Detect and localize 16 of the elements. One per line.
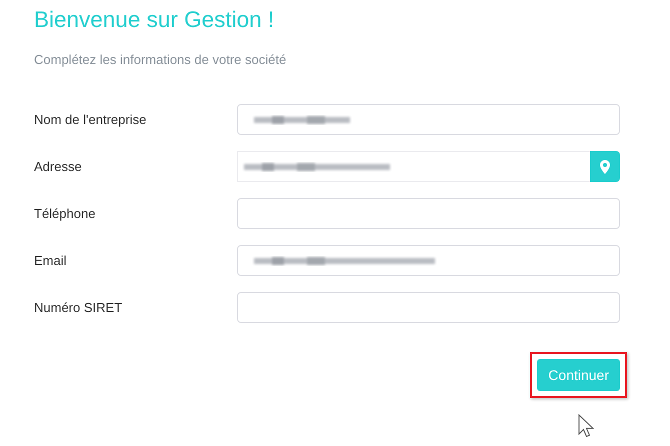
input-field[interactable] — [237, 151, 620, 182]
input-field[interactable] — [237, 245, 620, 276]
input-field[interactable] — [237, 104, 620, 135]
page-subtitle: Complétez les informations de votre société — [34, 52, 288, 67]
input-field[interactable] — [237, 198, 620, 229]
input-field[interactable] — [237, 292, 620, 323]
map-pin-icon — [600, 160, 610, 174]
field-label: Téléphone — [34, 206, 96, 221]
field-label: Adresse — [34, 159, 83, 174]
map-pin-button[interactable] — [590, 151, 620, 182]
field-label: Numéro SIRET — [34, 300, 124, 315]
cursor-icon — [578, 414, 594, 438]
page-title: Bienvenue sur Gestion ! — [34, 6, 276, 34]
field-label: Nom de l'entreprise — [34, 112, 148, 127]
field-label: Email — [34, 253, 68, 268]
continue-button[interactable]: Continuer — [537, 359, 620, 391]
